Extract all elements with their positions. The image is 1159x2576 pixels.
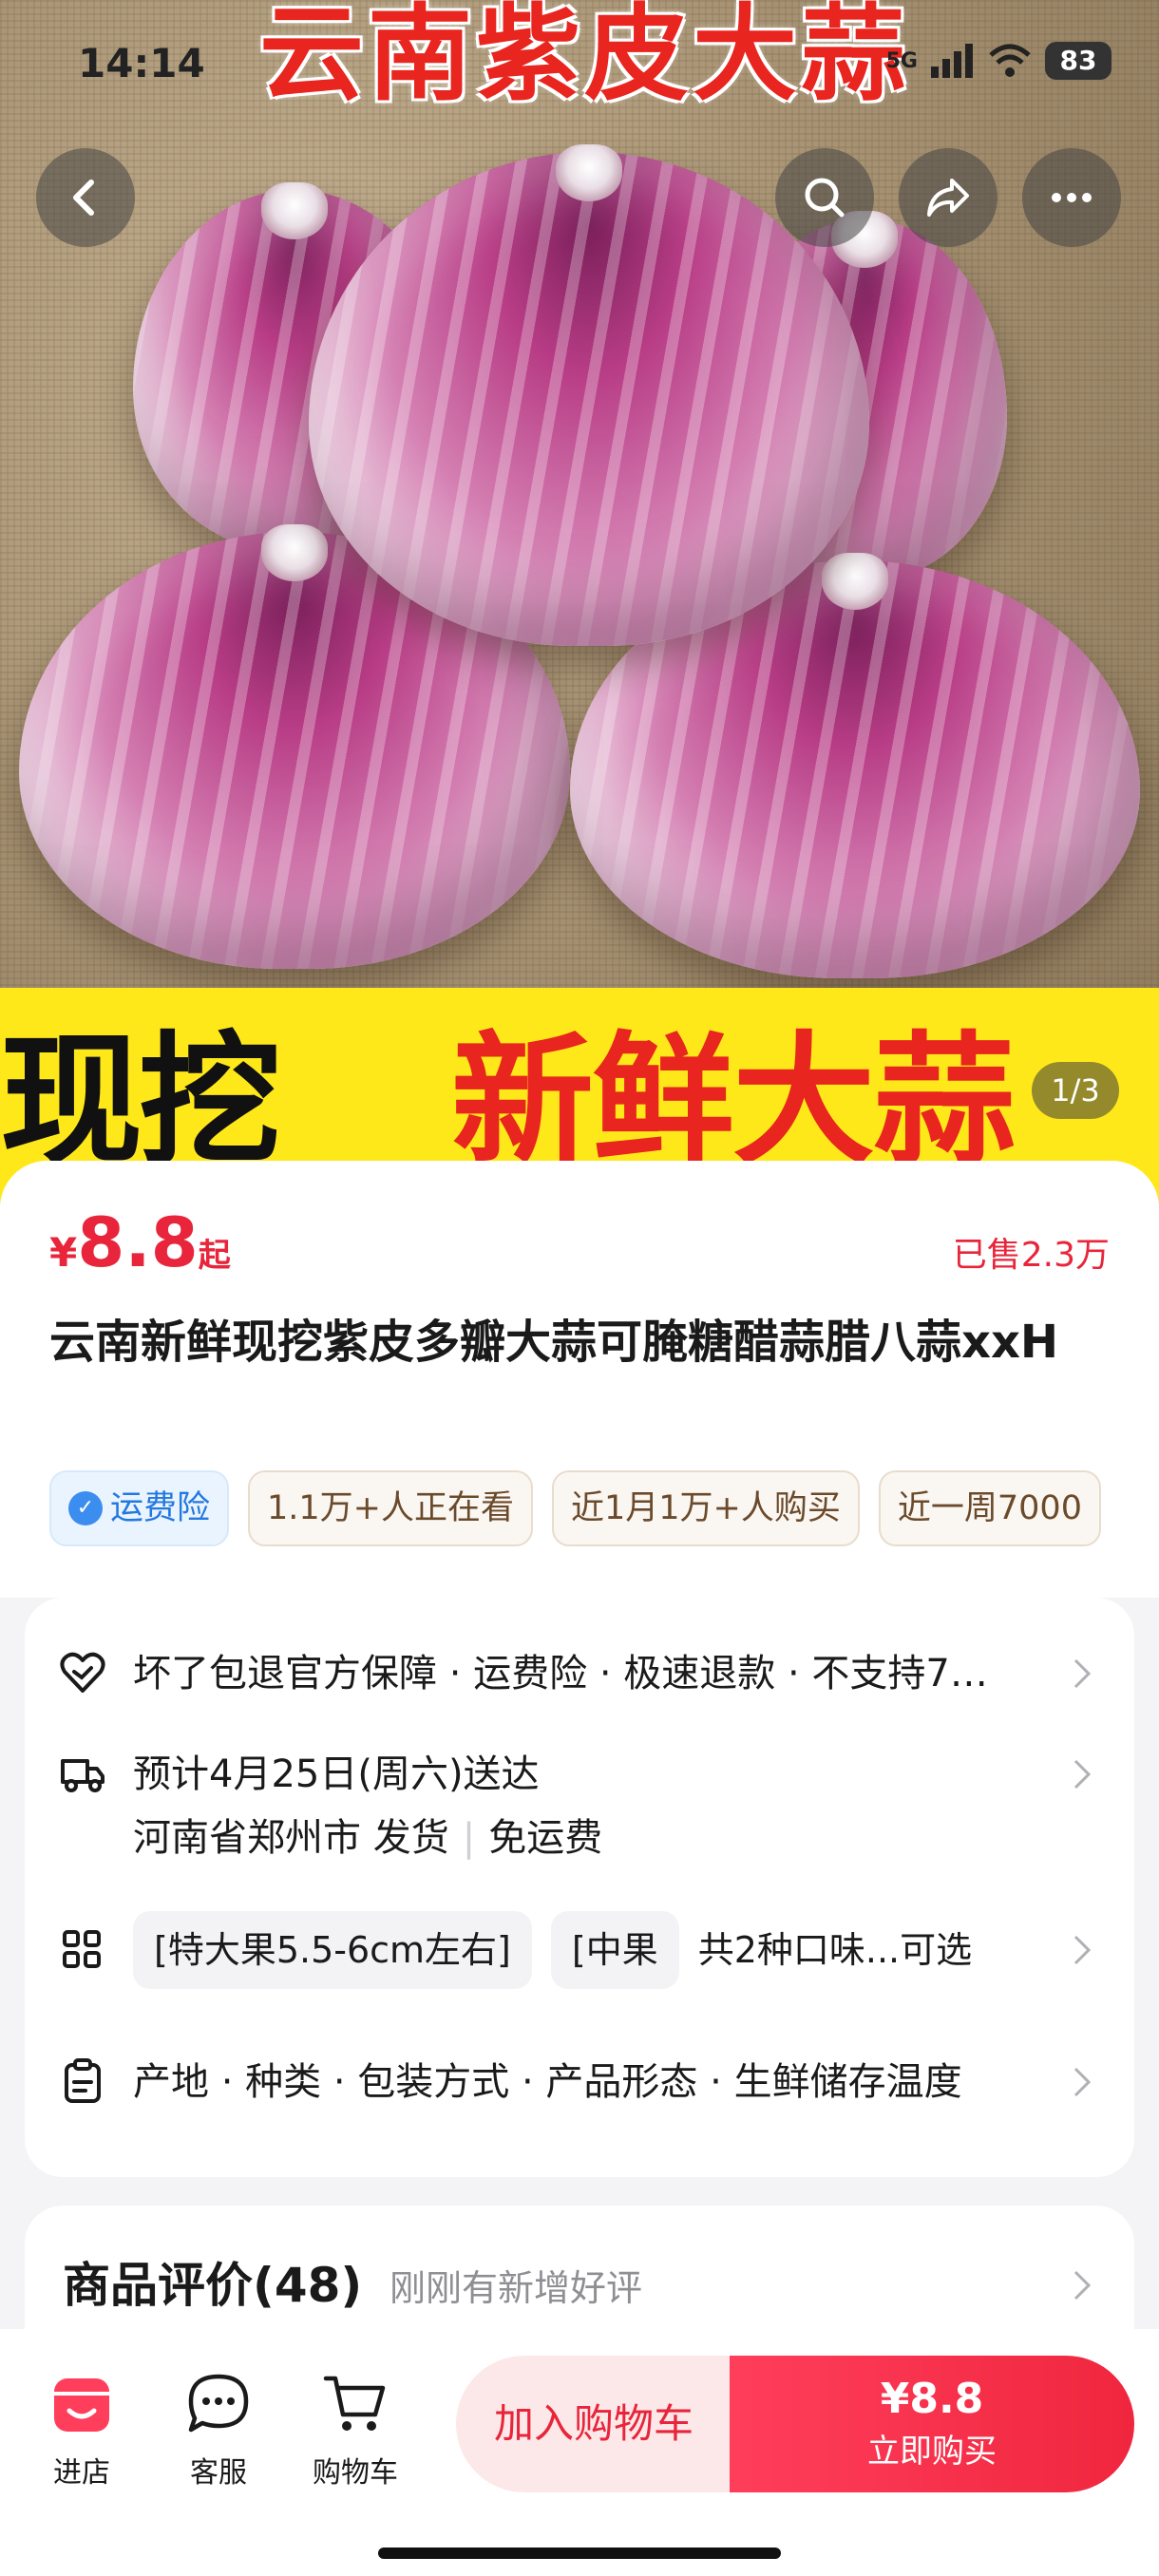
chevron-right-icon [1074,1935,1092,1965]
buy-now-label: 立即购买 [867,2433,997,2471]
spec-row[interactable]: [特大果5.5-6cm左右] [中果 共2种口味...可选 [25,1911,1134,1989]
chevron-right-icon [1074,2270,1092,2301]
buy-now-button[interactable]: ¥8.8 立即购买 [730,2356,1134,2492]
search-icon [805,178,845,218]
ship-info: 河南省郑州市 发货 | 免运费 [133,1816,603,1860]
cart-label: 购物车 [313,2456,398,2490]
heart-shield-icon [60,1652,105,1693]
product-title[interactable]: 云南新鲜现挖紫皮多瓣大蒜可腌糖醋蒜腊八蒜xxH [49,1303,1094,1381]
more-button[interactable] [1022,148,1121,247]
tag-viewing[interactable]: 1.1万+人正在看 [248,1470,534,1546]
params-text: 产地 · 种类 · 包装方式 · 产品形态 · 生鲜储存温度 [133,2060,962,2104]
customer-service-label: 客服 [190,2456,247,2490]
guarantee-row[interactable]: 坏了包退官方保障 · 运费险 · 极速退款 · 不支持7… [25,1645,1134,1702]
sold-count: 已售2.3万 [952,1236,1110,1275]
product-price: ¥8.8起 [49,1203,231,1282]
customer-service-button[interactable]: 客服 [162,2371,276,2491]
product-info-card: ¥8.8起 已售2.3万 云南新鲜现挖紫皮多瓣大蒜可腌糖醋蒜腊八蒜xxH ✓ 运… [0,1161,1159,2396]
battery-indicator: 83 [1045,42,1112,80]
params-row[interactable]: 产地 · 种类 · 包装方式 · 产品形态 · 生鲜储存温度 [25,2054,1134,2111]
wifi-icon [989,44,1031,77]
spec-chip-medium[interactable]: [中果 [550,1911,679,1989]
store-icon [54,2378,109,2432]
delivery-eta: 预计4月25日(周六)送达 [133,1752,540,1796]
share-icon [927,179,969,217]
tag-bought-week[interactable]: 近一周7000 [878,1470,1101,1546]
store-label: 进店 [53,2456,110,2490]
back-button[interactable] [36,148,135,247]
signal-icon [931,44,973,78]
shopping-cart-icon [323,2376,386,2431]
home-indicator[interactable] [378,2548,781,2559]
store-button[interactable]: 进店 [25,2371,139,2491]
ship-from: 河南省郑州市 发货 [133,1816,449,1860]
shipping-fee: 免运费 [488,1816,603,1860]
service-panel: 坏了包退官方保障 · 运费险 · 极速退款 · 不支持7… 预计4月25日(周六… [25,1598,1134,2177]
chevron-left-icon [73,180,94,216]
more-icon [1052,193,1092,202]
price-currency: ¥ [49,1229,78,1276]
chat-bubble-icon [188,2374,249,2433]
chevron-right-icon [1074,1658,1092,1689]
tag-shipping-insurance[interactable]: ✓ 运费险 [49,1470,230,1546]
spec-options: [特大果5.5-6cm左右] [中果 共2种口味...可选 [133,1911,1064,1989]
image-page-indicator: 1/3 [1032,1062,1119,1119]
delivery-row[interactable]: 预计4月25日(周六)送达 河南省郑州市 发货 | 免运费 [25,1746,1134,1860]
shield-check-icon: ✓ [68,1491,103,1525]
status-time: 14:14 [78,40,205,86]
status-icons: 5G 83 [886,42,1112,80]
spec-chip-large[interactable]: [特大果5.5-6cm左右] [133,1911,532,1989]
banner-title: 云南紫皮大蒜 [259,0,909,115]
price-suffix: 起 [198,1237,231,1275]
price-amount: 8.8 [77,1203,199,1282]
add-to-cart-button[interactable]: 加入购物车 [456,2356,732,2492]
guarantee-text: 坏了包退官方保障 · 运费险 · 极速退款 · 不支持7… [133,1652,988,1695]
search-button[interactable] [775,148,874,247]
tag-label: 运费险 [110,1489,211,1527]
chevron-right-icon [1074,1759,1092,1790]
cart-button[interactable]: 购物车 [298,2371,412,2491]
share-button[interactable] [899,148,998,247]
network-label: 5G [885,48,918,73]
tag-bought-month[interactable]: 近1月1万+人购买 [552,1470,860,1546]
chevron-right-icon [1074,2067,1092,2097]
delivery-truck-icon [61,1759,104,1792]
reviews-subtitle: 刚刚有新增好评 [390,2267,643,2309]
reviews-title: 商品评价(48) [63,2258,363,2313]
grid-icon [63,1930,101,1968]
bottom-action-bar: 进店 客服 购物车 加入购物车 ¥8.8 立即购买 [0,2329,1159,2576]
clipboard-icon [65,2058,101,2103]
product-summary: ¥8.8起 已售2.3万 云南新鲜现挖紫皮多瓣大蒜可腌糖醋蒜腊八蒜xxH ✓ 运… [0,1161,1159,1598]
product-tags: ✓ 运费险 1.1万+人正在看 近1月1万+人购买 近一周7000 [49,1470,1109,1546]
spec-summary: 共2种口味...可选 [697,1929,973,1971]
buy-now-price: ¥8.8 [880,2375,984,2423]
